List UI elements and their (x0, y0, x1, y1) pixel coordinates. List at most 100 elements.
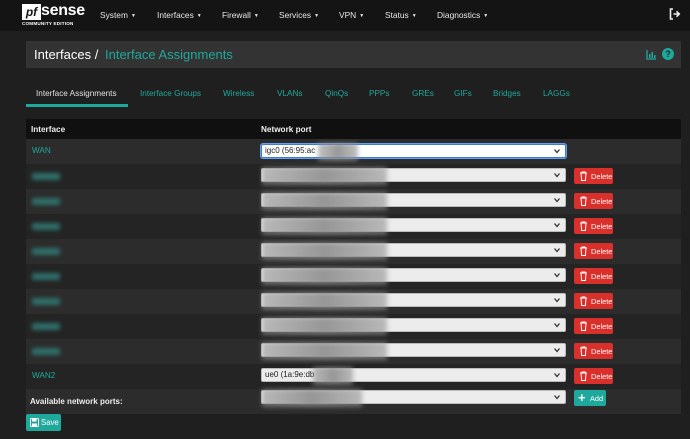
add-label: Add (590, 394, 604, 403)
help-icon[interactable]: ? (662, 48, 674, 60)
delete-label: Delete (591, 247, 613, 256)
table-row: Delete (26, 239, 681, 264)
redacted-mac (318, 143, 358, 161)
interface-link[interactable] (32, 273, 60, 280)
interface-link[interactable] (32, 248, 60, 255)
network-port-select[interactable] (261, 242, 566, 260)
chevron-down-icon (554, 149, 560, 154)
nav-firewall[interactable]: Firewall ▼ (222, 10, 259, 20)
network-port-select[interactable] (261, 317, 566, 335)
network-port-select[interactable]: igc0 (56:95:ac (261, 143, 566, 161)
save-button[interactable]: Save (26, 414, 61, 431)
table-row: Delete (26, 164, 681, 189)
logo-name: sense (41, 2, 85, 19)
interface-link[interactable] (32, 298, 60, 305)
network-port-select[interactable]: ue0 (1a:9e:db (261, 367, 566, 385)
delete-button[interactable]: Delete (574, 243, 613, 259)
nav-services[interactable]: Services ▼ (279, 10, 319, 20)
trash-icon (580, 371, 587, 381)
page-title[interactable]: Interface Assignments (105, 47, 233, 62)
active-tab-indicator (26, 104, 128, 107)
interface-link[interactable] (32, 323, 60, 330)
network-port-select[interactable] (261, 292, 566, 310)
trash-icon (580, 321, 587, 331)
interface-link[interactable] (32, 348, 60, 355)
tab-gres[interactable]: GREs (412, 89, 434, 98)
nav-status[interactable]: Status ▼ (385, 10, 417, 20)
delete-button[interactable]: Delete (574, 318, 613, 334)
nav-label: VPN (339, 10, 357, 20)
top-navbar: pf sense COMMUNITY EDITION System ▼ Inter… (0, 0, 690, 31)
tab-bridges[interactable]: Bridges (493, 89, 521, 98)
interface-link[interactable] (32, 223, 60, 230)
chart-icon[interactable] (646, 49, 657, 60)
available-ports-label: Available network ports: (30, 397, 123, 406)
delete-button[interactable]: Delete (574, 293, 613, 309)
tab-wireless[interactable]: Wireless (223, 89, 254, 98)
nav-label: Firewall (222, 10, 251, 20)
interface-link[interactable] (32, 198, 60, 205)
redacted-port (262, 167, 387, 185)
interface-link[interactable] (32, 173, 60, 180)
delete-button[interactable]: Delete (574, 218, 613, 234)
tab-gifs[interactable]: GIFs (454, 89, 472, 98)
table-row: Delete (26, 189, 681, 214)
delete-label: Delete (591, 322, 613, 331)
delete-button[interactable]: Delete (574, 368, 613, 384)
tab-interface-groups[interactable]: Interface Groups (140, 89, 201, 98)
breadcrumb-root[interactable]: Interfaces / (34, 47, 98, 62)
chevron-down-icon (554, 173, 560, 178)
interface-link-wan[interactable]: WAN (32, 146, 51, 155)
available-port-select[interactable] (261, 389, 566, 407)
trash-icon (580, 196, 587, 206)
nav-interfaces[interactable]: Interfaces ▼ (157, 10, 202, 20)
caret-down-icon: ▼ (411, 12, 417, 19)
save-icon (30, 418, 39, 427)
caret-down-icon: ▼ (483, 12, 489, 19)
pfsense-logo[interactable]: pf sense COMMUNITY EDITION (22, 2, 85, 28)
redacted-port (262, 389, 362, 407)
delete-button[interactable]: Delete (574, 343, 613, 359)
network-port-select[interactable] (261, 167, 566, 185)
interface-link-wan2[interactable]: WAN2 (32, 371, 55, 380)
sign-out-icon[interactable] (669, 8, 681, 20)
tab-laggs[interactable]: LAGGs (543, 89, 570, 98)
tab-ppps[interactable]: PPPs (369, 89, 389, 98)
chevron-down-icon (554, 373, 560, 378)
nav-label: System (100, 10, 128, 20)
caret-down-icon: ▼ (130, 12, 136, 19)
network-port-value: igc0 (56:95:ac (265, 146, 316, 155)
redacted-port (262, 217, 387, 235)
delete-button[interactable]: Delete (574, 168, 613, 184)
table-row: Delete (26, 264, 681, 289)
chevron-down-icon (554, 298, 560, 303)
caret-down-icon: ▼ (314, 12, 320, 19)
delete-button[interactable]: Delete (574, 268, 613, 284)
table-row: WAN igc0 (56:95:ac (26, 139, 681, 164)
breadcrumb-separator: / (94, 47, 99, 62)
caret-down-icon: ▼ (196, 12, 202, 19)
logo-mark: pf (22, 4, 41, 20)
trash-icon (580, 271, 587, 281)
nav-vpn[interactable]: VPN ▼ (339, 10, 364, 20)
network-port-select[interactable] (261, 267, 566, 285)
add-button[interactable]: + Add (574, 390, 606, 406)
chevron-down-icon (554, 198, 560, 203)
table-row: Delete (26, 339, 681, 364)
tab-vlans[interactable]: VLANs (277, 89, 302, 98)
tab-interface-assignments[interactable]: Interface Assignments (36, 89, 117, 98)
network-port-select[interactable] (261, 217, 566, 235)
redacted-port (262, 342, 387, 360)
redacted-port (262, 242, 387, 260)
tab-qinqs[interactable]: QinQs (325, 89, 348, 98)
redacted-mac (313, 367, 353, 385)
network-port-select[interactable] (261, 342, 566, 360)
trash-icon (580, 296, 587, 306)
nav-diagnostics[interactable]: Diagnostics ▼ (437, 10, 488, 20)
chevron-down-icon (554, 248, 560, 253)
nav-system[interactable]: System ▼ (100, 10, 136, 20)
network-port-select[interactable] (261, 192, 566, 210)
trash-icon (580, 246, 587, 256)
delete-button[interactable]: Delete (574, 193, 613, 209)
caret-down-icon: ▼ (359, 12, 365, 19)
